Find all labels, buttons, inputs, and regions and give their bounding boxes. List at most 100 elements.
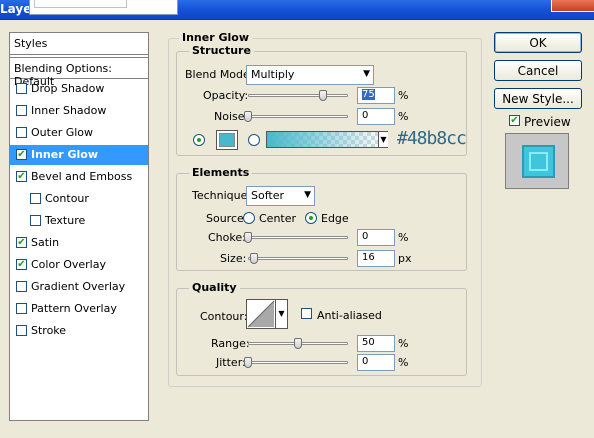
- style-checkbox[interactable]: ✔: [16, 259, 27, 270]
- style-checkbox[interactable]: [16, 325, 27, 336]
- style-item-color-overlay[interactable]: ✔ Color Overlay: [10, 255, 148, 275]
- technique-label: Technique:: [192, 189, 252, 202]
- noise-input[interactable]: 0: [357, 108, 395, 125]
- blend-mode-select[interactable]: Multiply ▼: [246, 65, 374, 85]
- style-item-label: Texture: [45, 214, 86, 227]
- style-item-label: Bevel and Emboss: [31, 170, 133, 183]
- style-checkbox[interactable]: ✔: [16, 171, 27, 182]
- jitter-slider-thumb[interactable]: [244, 357, 252, 368]
- style-item-texture[interactable]: Texture: [10, 211, 148, 231]
- style-checkbox[interactable]: [16, 105, 27, 116]
- style-item-satin[interactable]: ✔ Satin: [10, 233, 148, 253]
- preview-checkbox[interactable]: ✔: [509, 115, 520, 126]
- blend-mode-value: Multiply: [251, 68, 295, 81]
- style-item-contour[interactable]: Contour: [10, 189, 148, 209]
- title-field: [29, 0, 178, 15]
- title-bar: Layer: [0, 0, 594, 20]
- blending-options-item[interactable]: Blending Options: Default: [10, 57, 148, 88]
- preview-label: Preview: [524, 115, 571, 129]
- style-checkbox[interactable]: [16, 281, 27, 292]
- style-item-stroke[interactable]: Stroke: [10, 321, 148, 341]
- style-item-label: Inner Glow: [31, 148, 98, 161]
- opacity-input[interactable]: 75: [357, 87, 395, 104]
- contour-label: Contour:: [200, 310, 248, 323]
- style-item-label: Drop Shadow: [31, 82, 105, 95]
- source-label: Source:: [206, 212, 248, 225]
- style-item-gradient-overlay[interactable]: Gradient Overlay: [10, 277, 148, 297]
- preview-swatch: [522, 145, 555, 178]
- anti-aliased-label: Anti-aliased: [317, 309, 382, 322]
- style-item-label: Inner Shadow: [31, 104, 107, 117]
- style-checkbox[interactable]: [16, 303, 27, 314]
- technique-value: Softer: [251, 189, 284, 202]
- choke-unit: %: [398, 231, 409, 244]
- noise-unit: %: [398, 110, 409, 123]
- size-input[interactable]: 16: [357, 250, 395, 267]
- style-checkbox[interactable]: [30, 193, 41, 204]
- choke-slider[interactable]: [248, 236, 348, 239]
- size-slider-thumb[interactable]: [250, 253, 258, 264]
- anti-aliased-checkbox[interactable]: [301, 308, 312, 319]
- technique-select[interactable]: Softer ▼: [246, 186, 315, 206]
- chevron-down-icon[interactable]: ▼: [276, 299, 288, 329]
- blend-mode-label: Blend Mode:: [185, 68, 254, 81]
- contour-curve-icon: [247, 300, 275, 328]
- range-input[interactable]: 50: [357, 335, 395, 352]
- contour-picker[interactable]: [246, 299, 276, 329]
- size-label: Size:: [220, 252, 247, 265]
- style-item-drop-shadow[interactable]: Drop Shadow: [10, 79, 148, 99]
- jitter-label: Jitter:: [216, 356, 246, 369]
- style-item-label: Contour: [45, 192, 89, 205]
- opacity-unit: %: [398, 89, 409, 102]
- range-label: Range:: [211, 337, 250, 350]
- glow-color-swatch[interactable]: [216, 130, 238, 150]
- styles-header[interactable]: Styles: [10, 33, 148, 55]
- style-checkbox[interactable]: [16, 83, 27, 94]
- glow-gradient-picker[interactable]: [266, 131, 388, 148]
- source-edge-label: Edge: [321, 212, 349, 225]
- style-item-bevel-and-emboss[interactable]: ✔ Bevel and Emboss: [10, 167, 148, 187]
- chevron-down-icon[interactable]: ▼: [378, 132, 388, 147]
- solid-color-radio[interactable]: [193, 134, 205, 146]
- chevron-down-icon: ▼: [304, 190, 311, 200]
- source-edge-radio[interactable]: [305, 212, 317, 224]
- style-item-label: Stroke: [31, 324, 67, 337]
- range-slider-thumb[interactable]: [294, 338, 302, 349]
- style-checkbox[interactable]: ✔: [16, 149, 27, 160]
- size-slider[interactable]: [248, 257, 348, 260]
- source-center-radio[interactable]: [243, 212, 255, 224]
- new-style-button[interactable]: New Style...: [494, 88, 582, 109]
- style-item-inner-glow[interactable]: ✔ Inner Glow: [10, 145, 148, 165]
- size-unit: px: [398, 252, 412, 265]
- structure-legend: Structure: [189, 44, 254, 57]
- chevron-down-icon: ▼: [363, 69, 370, 79]
- jitter-input[interactable]: 0: [357, 354, 395, 371]
- style-item-label: Outer Glow: [31, 126, 94, 139]
- opacity-slider[interactable]: [248, 94, 348, 97]
- close-button[interactable]: [551, 0, 594, 12]
- noise-slider-thumb[interactable]: [244, 111, 252, 122]
- quality-legend: Quality: [189, 281, 240, 294]
- ok-button[interactable]: OK: [494, 32, 582, 53]
- jitter-slider[interactable]: [248, 361, 348, 364]
- choke-slider-thumb[interactable]: [244, 232, 252, 243]
- glow-color-annotation: #48b8cc: [397, 128, 467, 149]
- source-center-label: Center: [259, 212, 297, 225]
- style-checkbox[interactable]: ✔: [16, 237, 27, 248]
- gradient-radio[interactable]: [248, 134, 260, 146]
- range-unit: %: [398, 337, 409, 350]
- noise-slider[interactable]: [248, 115, 348, 118]
- opacity-slider-thumb[interactable]: [319, 90, 327, 101]
- style-item-label: Color Overlay: [31, 258, 106, 271]
- style-item-inner-shadow[interactable]: Inner Shadow: [10, 101, 148, 121]
- style-checkbox[interactable]: [16, 127, 27, 138]
- style-item-pattern-overlay[interactable]: Pattern Overlay: [10, 299, 148, 319]
- style-item-label: Gradient Overlay: [31, 280, 126, 293]
- style-checkbox[interactable]: [30, 215, 41, 226]
- opacity-label: Opacity:: [203, 89, 249, 102]
- cancel-button[interactable]: Cancel: [494, 60, 582, 81]
- choke-input[interactable]: 0: [357, 229, 395, 246]
- style-item-outer-glow[interactable]: Outer Glow: [10, 123, 148, 143]
- choke-label: Choke:: [208, 231, 246, 244]
- elements-legend: Elements: [189, 166, 253, 179]
